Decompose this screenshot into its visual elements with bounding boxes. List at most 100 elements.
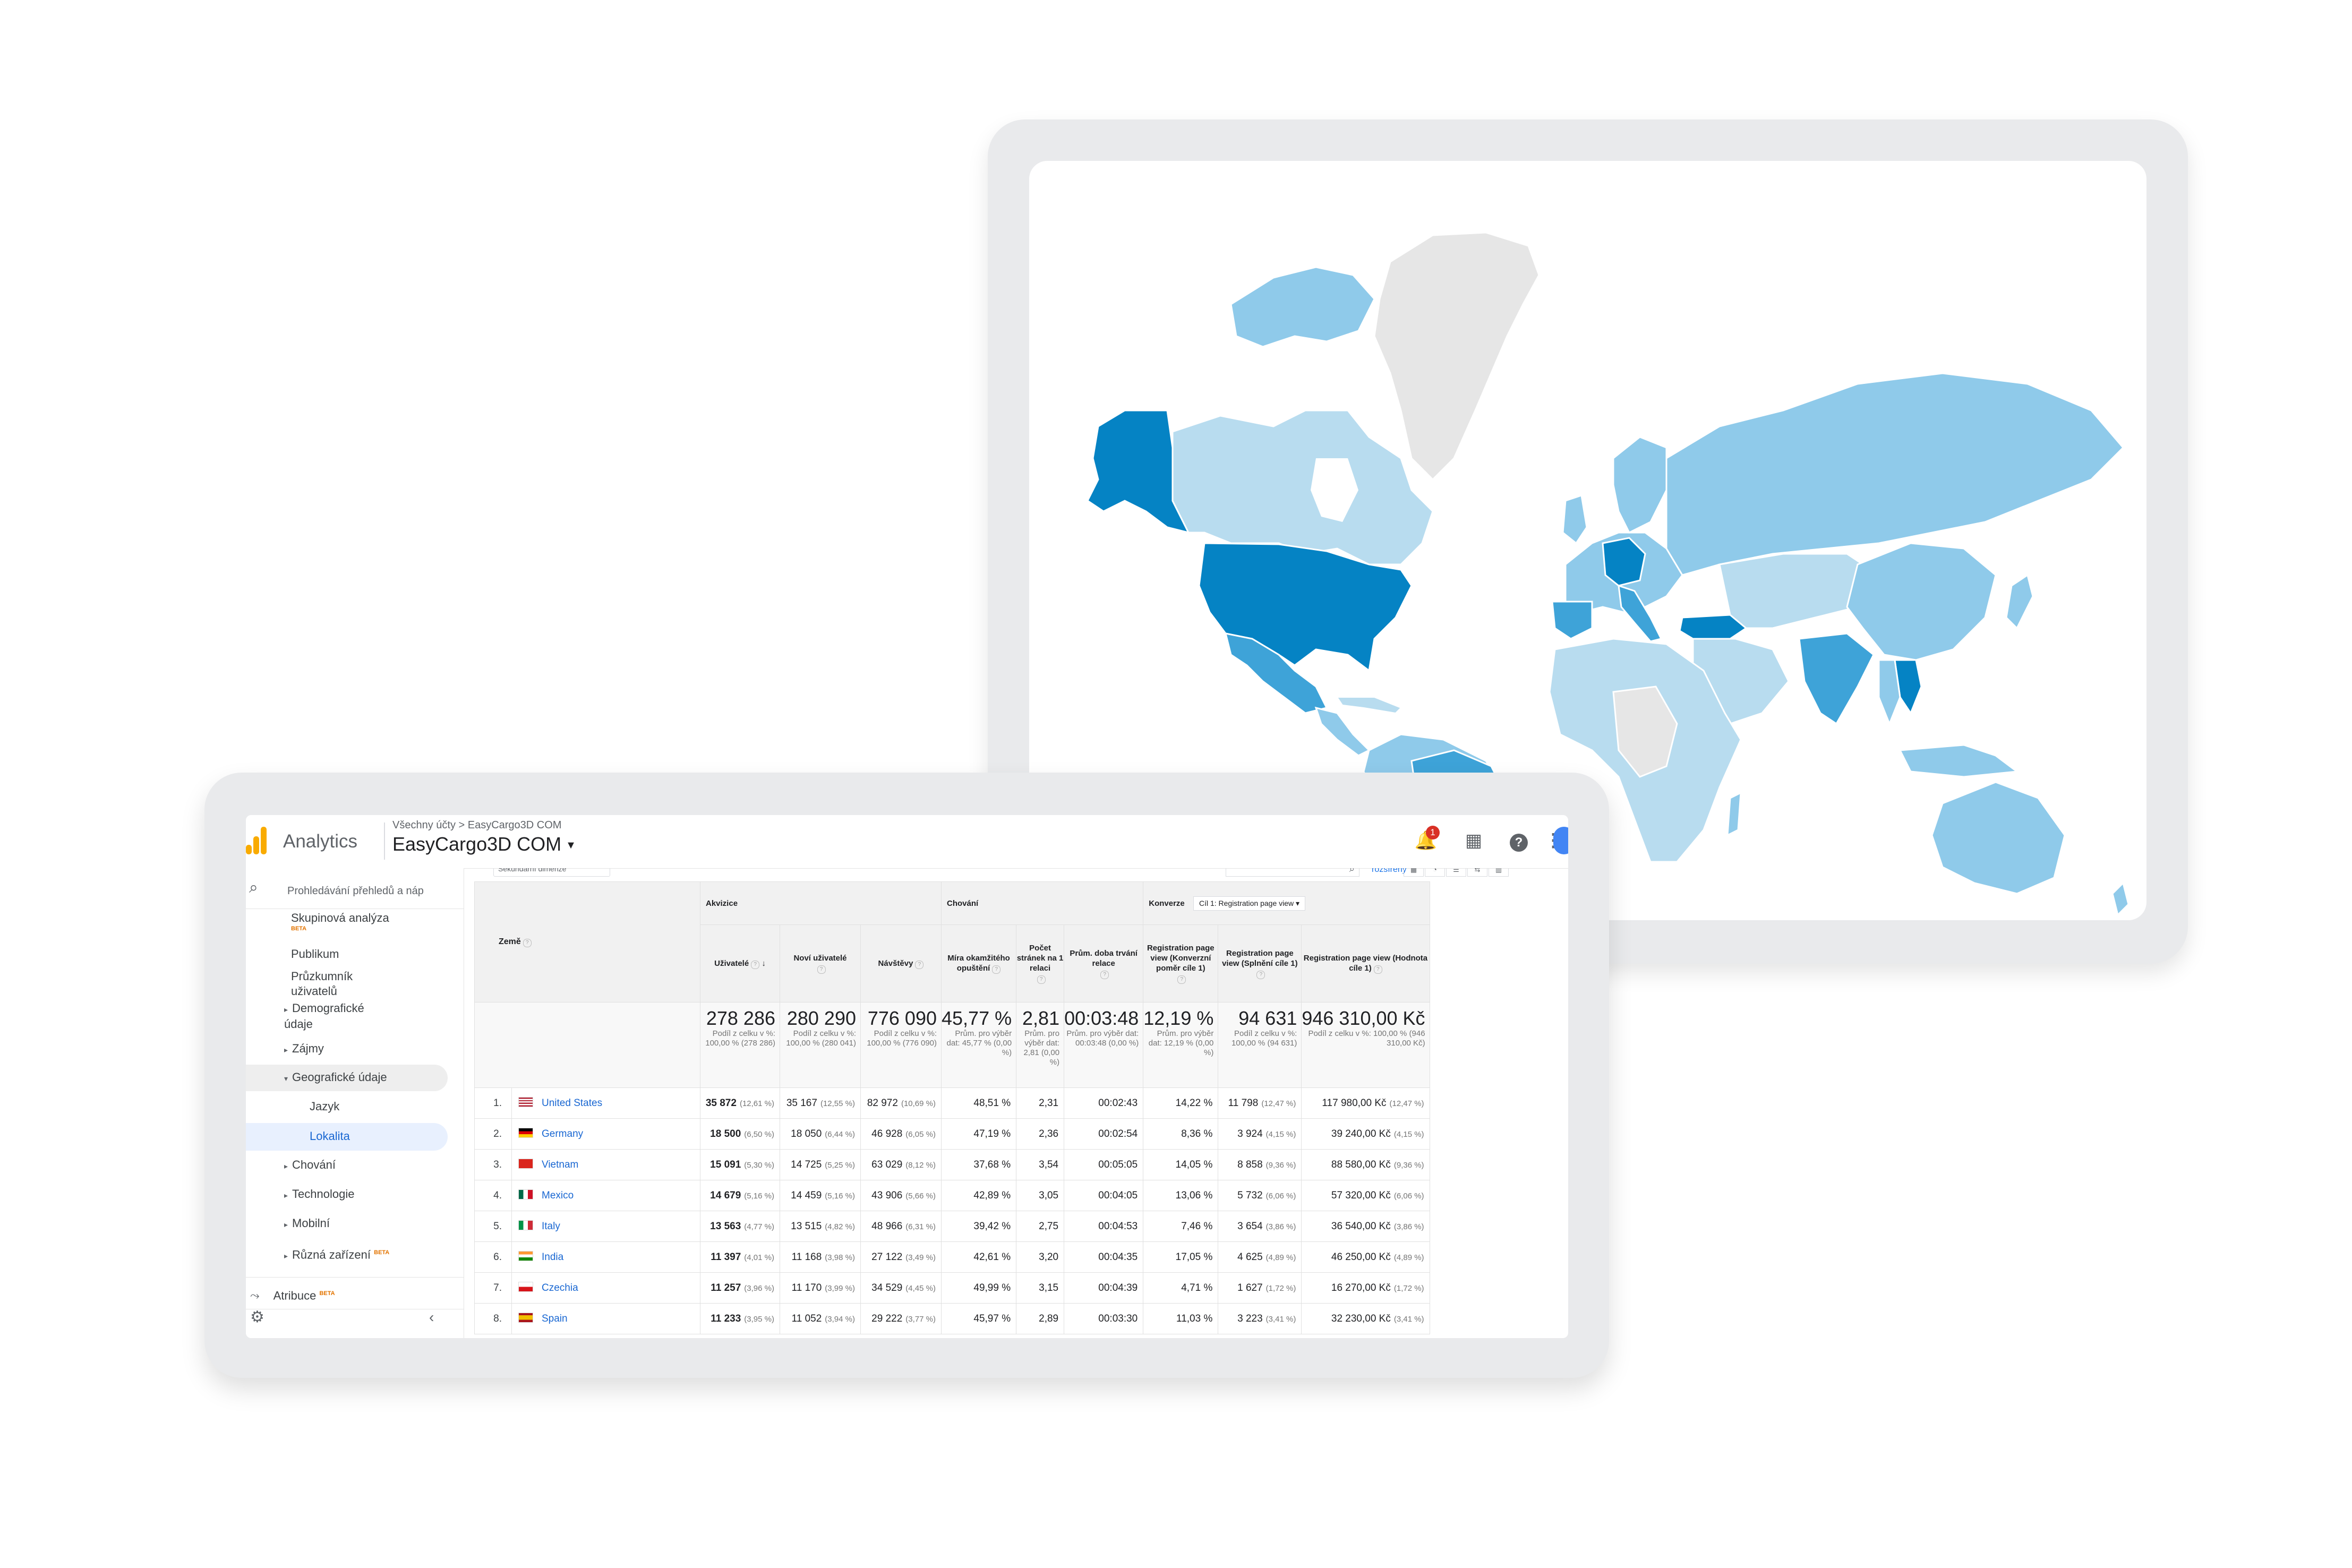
map-spain[interactable] — [1551, 601, 1593, 640]
column-header-avg-duration[interactable]: Prům. doba trvání relace? — [1064, 924, 1144, 1003]
pivot-view-icon[interactable]: ▥ — [1489, 868, 1509, 877]
summary-new-users: 280 290 Podíl z celku v %: 100,00 % (280 … — [780, 1002, 861, 1088]
map-caribbean[interactable] — [1336, 697, 1402, 714]
column-header-goal-conv-rate[interactable]: Registration page view (Konverzní poměr … — [1143, 924, 1219, 1003]
column-header-pages-per-session[interactable]: Počet stránek na 1 relaci? — [1016, 924, 1065, 1003]
column-header-new-users[interactable]: Noví uživatelé? — [780, 924, 861, 1003]
account-selector[interactable]: EasyCargo3D COM ▼ — [392, 833, 576, 855]
sidebar-item-user-explorer[interactable]: Průzkumník uživatelů — [291, 969, 376, 999]
map-india[interactable] — [1798, 632, 1875, 725]
cell-percent: (6,06 %) — [1393, 1191, 1424, 1201]
sidebar-item-cohort[interactable]: Skupinová analýza BETA — [291, 911, 389, 932]
map-canada-islands[interactable] — [1230, 266, 1375, 348]
sidebar-search[interactable]: ⌕ Prohledávání přehledů a náp — [246, 875, 464, 905]
flag-de-icon — [518, 1128, 533, 1138]
flag-it-icon — [518, 1220, 533, 1230]
breadcrumb[interactable]: Všechny účty > EasyCargo3D COM — [392, 819, 561, 832]
sidebar-item-audience[interactable]: Publikum — [291, 947, 339, 962]
gear-icon[interactable]: ⚙ — [250, 1308, 264, 1326]
column-header-goal-completions[interactable]: Registration page view (Splnění cíle 1)? — [1218, 924, 1302, 1003]
map-uk[interactable] — [1562, 494, 1588, 545]
column-header-country[interactable]: Země? — [474, 881, 700, 1003]
completions-cell: 8 858 (9,36 %) — [1218, 1149, 1302, 1180]
country-link[interactable]: India — [542, 1252, 563, 1263]
summary-value: 2,81 — [1022, 1007, 1060, 1029]
help-button[interactable]: ? — [1507, 829, 1530, 852]
avatar[interactable] — [1553, 827, 1568, 854]
table-view-icon[interactable]: ▦ — [1404, 868, 1424, 877]
cell-value: 18 050 — [791, 1128, 822, 1139]
map-central-america[interactable] — [1314, 706, 1371, 757]
sidebar-item-interests[interactable]: ▸ Zájmy — [284, 1041, 324, 1057]
bounce-cell: 42,89 % — [940, 1180, 1017, 1211]
help-icon: ? — [817, 965, 826, 974]
sidebar-item-language[interactable]: Jazyk — [310, 1099, 339, 1114]
beta-badge: BETA — [319, 1290, 335, 1297]
apps-grid-icon[interactable]: ▦ — [1462, 829, 1485, 852]
group-header-behavior: Chování — [940, 881, 1144, 925]
map-scandinavia[interactable] — [1612, 436, 1667, 534]
sessions-cell: 82 972 (10,69 %) — [860, 1087, 942, 1119]
map-madagascar[interactable] — [1726, 791, 1742, 837]
sidebar-item-mobile[interactable]: ▸ Mobilní — [284, 1216, 330, 1232]
cell-value: 32 230,00 Kč — [1331, 1313, 1391, 1324]
goal-value-cell: 39 240,00 Kč (4,15 %) — [1301, 1118, 1430, 1150]
bounce-cell: 37,68 % — [940, 1149, 1017, 1180]
country-link[interactable]: Vietnam — [542, 1159, 578, 1170]
country-link[interactable]: United States — [542, 1098, 602, 1109]
summary-bounce: 45,77 % Prům. pro výběr dat: 45,77 % (0,0… — [940, 1002, 1017, 1088]
country-cell: Germany — [511, 1118, 700, 1150]
map-greenland[interactable] — [1373, 232, 1540, 481]
column-header-users[interactable]: Uživatelé? ↓ — [700, 924, 780, 1003]
sessions-cell: 29 222 (3,77 %) — [860, 1303, 942, 1334]
summary-conv-rate: 12,19 % Prům. pro výběr dat: 12,19 % (0,0… — [1143, 1002, 1219, 1088]
map-china[interactable] — [1846, 542, 1997, 661]
cell-value: 11 170 — [791, 1282, 822, 1293]
collapse-sidebar-icon[interactable]: ‹ — [429, 1309, 434, 1326]
map-canada[interactable] — [1171, 409, 1434, 565]
table-search-input[interactable]: ⌕ — [1226, 868, 1359, 877]
map-australia[interactable] — [1931, 781, 2066, 895]
map-indonesia[interactable] — [1898, 744, 2019, 778]
sidebar-item-technology[interactable]: ▸ Technologie — [284, 1187, 354, 1203]
country-link[interactable]: Mexico — [542, 1190, 574, 1201]
performance-view-icon[interactable]: ☰ — [1446, 868, 1466, 877]
column-label: Noví uživatelé — [793, 954, 847, 963]
advanced-filter-link[interactable]: rozšířený — [1372, 868, 1407, 875]
map-russia[interactable] — [1665, 372, 2125, 576]
sidebar-item-demographics[interactable]: ▸ Demografické údaje — [284, 1001, 380, 1032]
country-link[interactable]: Italy — [542, 1221, 560, 1232]
cell-value: 16 270,00 Kč — [1331, 1282, 1391, 1293]
country-link[interactable]: Spain — [542, 1313, 568, 1324]
column-header-goal-value[interactable]: Registration page view (Hodnota cíle 1)? — [1301, 924, 1430, 1003]
goal-select[interactable]: Cíl 1: Registration page view ▾ — [1193, 896, 1306, 911]
sidebar-item-label: Různá zařízení — [292, 1248, 371, 1262]
cell-value: 35 872 — [705, 1097, 737, 1109]
analytics-logo-icon — [246, 827, 267, 854]
column-header-sessions[interactable]: Návštěvy? — [860, 924, 942, 1003]
pie-view-icon[interactable]: ◔ — [1425, 868, 1445, 877]
completions-cell: 4 625 (4,89 %) — [1218, 1241, 1302, 1273]
country-link[interactable]: Czechia — [542, 1282, 578, 1293]
secondary-dimension-button[interactable]: Sekundární dimenze — [493, 868, 610, 877]
sidebar-item-attribution[interactable]: ⤳ Atribuce BETA — [250, 1286, 335, 1303]
sidebar-item-location[interactable]: Lokalita — [310, 1129, 350, 1144]
sidebar-item-cross-device[interactable]: ▸ Různá zařízení BETA — [284, 1245, 389, 1263]
caret-down-icon: ▾ — [284, 1074, 288, 1083]
table-row: 5. Italy 13 563 (4,77 %) 13 515 (4,82 %) 48 96… — [474, 1211, 1430, 1242]
cell-percent: (5,16 %) — [744, 1191, 774, 1201]
map-japan[interactable] — [2005, 573, 2034, 630]
comparison-view-icon[interactable]: ⇆ — [1467, 868, 1487, 877]
goal-value-cell: 16 270,00 Kč (1,72 %) — [1301, 1272, 1430, 1304]
notifications-button[interactable]: 🔔 1 — [1414, 826, 1440, 852]
sidebar-item-behavior[interactable]: ▸ Chování — [284, 1158, 336, 1173]
users-cell: 18 500 (6,50 %) — [700, 1118, 780, 1150]
map-se-asia[interactable] — [1878, 659, 1901, 726]
map-new-zealand[interactable] — [2111, 881, 2129, 916]
column-header-bounce-rate[interactable]: Míra okamžitého opuštění? — [940, 924, 1017, 1003]
cell-percent: (4,15 %) — [1393, 1129, 1424, 1139]
country-link[interactable]: Germany — [542, 1128, 583, 1139]
search-input[interactable]: Prohledávání přehledů a náp — [287, 885, 424, 897]
conv-rate-cell: 17,05 % — [1143, 1241, 1219, 1273]
sidebar-item-geo[interactable]: ▾ Geografické údaje — [284, 1070, 387, 1086]
